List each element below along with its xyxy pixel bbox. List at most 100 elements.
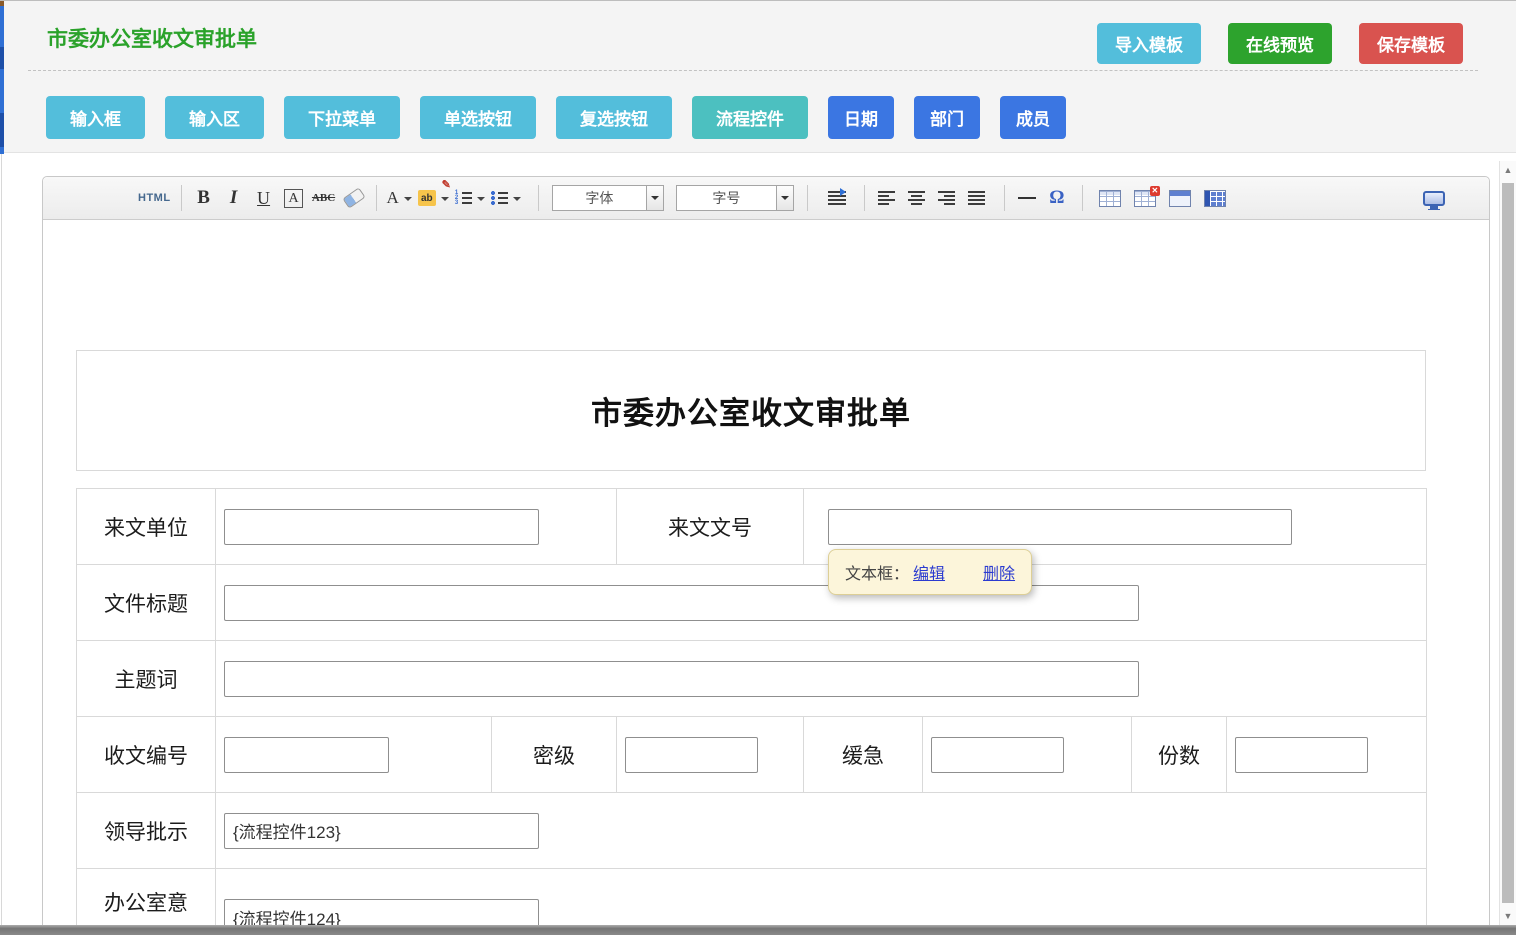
- row4-label-secrecy: 密级: [492, 717, 617, 793]
- widget-button-dropdown[interactable]: 下拉菜单: [284, 96, 400, 139]
- copies-input[interactable]: [1235, 737, 1368, 773]
- omega-icon: Ω: [1049, 187, 1064, 209]
- italic-button[interactable]: I: [222, 184, 246, 212]
- widget-button-date[interactable]: 日期: [828, 96, 894, 139]
- bold-button[interactable]: B: [192, 184, 216, 212]
- widget-button-department[interactable]: 部门: [914, 96, 980, 139]
- widget-button-flow-control[interactable]: 流程控件: [692, 96, 808, 139]
- row2-cell: [216, 565, 1427, 641]
- strikethrough-button[interactable]: ABC: [312, 184, 336, 212]
- doc-number-input[interactable]: [828, 509, 1292, 545]
- font-size-dropdown-button[interactable]: [776, 186, 793, 210]
- ordered-list-button[interactable]: [455, 184, 485, 212]
- align-left-icon: [878, 191, 895, 205]
- receipt-number-input[interactable]: [224, 737, 389, 773]
- scroll-down-arrow-icon[interactable]: ▼: [1500, 907, 1516, 925]
- chevron-down-icon: [651, 196, 659, 204]
- chevron-down-icon: [513, 197, 521, 205]
- fullscreen-button[interactable]: [1422, 184, 1446, 212]
- import-template-button[interactable]: 导入模板: [1097, 23, 1201, 64]
- ordered-list-icon: [455, 191, 472, 205]
- widget-button-input-box[interactable]: 输入框: [46, 96, 145, 139]
- scrollbar-thumb[interactable]: [1502, 183, 1514, 903]
- left-window-edge: [0, 1, 4, 154]
- chevron-down-icon: [441, 197, 449, 205]
- leader-comments-input[interactable]: [224, 813, 539, 849]
- font-family-dropdown-button[interactable]: [646, 186, 663, 210]
- bold-icon: B: [197, 187, 210, 209]
- header-actions: 导入模板 在线预览 保存模板: [1097, 23, 1463, 64]
- field-tooltip: 文本框：编辑 删除: [828, 549, 1032, 595]
- indent-button[interactable]: [825, 184, 849, 212]
- row4-label-copies: 份数: [1132, 717, 1227, 793]
- underline-button[interactable]: U: [252, 184, 276, 212]
- rich-text-editor: HTML B I U A ABC A: [42, 176, 1490, 935]
- toolbar-separator: [1082, 185, 1083, 211]
- row1-cell: [216, 489, 617, 565]
- row5-label-leader-comments: 领导批示: [77, 793, 216, 869]
- table-delete-icon: [1134, 190, 1156, 207]
- align-left-button[interactable]: [875, 184, 899, 212]
- table-row: 领导批示: [77, 793, 1427, 869]
- vertical-scrollbar[interactable]: ▲ ▼: [1499, 161, 1516, 925]
- left-window-border: [1, 154, 2, 925]
- align-center-icon: [908, 191, 925, 205]
- html-source-button[interactable]: HTML: [138, 184, 171, 212]
- widget-button-checkbox[interactable]: 复选按钮: [556, 96, 672, 139]
- unordered-list-button[interactable]: [491, 184, 521, 212]
- table-row: 收文编号 密级 缓急 份数: [77, 717, 1427, 793]
- table-cell-properties-icon: [1169, 190, 1191, 207]
- delete-table-button[interactable]: [1133, 184, 1157, 212]
- toolbar-separator: [538, 185, 539, 211]
- font-size-select[interactable]: 字号: [676, 185, 794, 211]
- widget-button-textarea[interactable]: 输入区: [165, 96, 264, 139]
- align-center-button[interactable]: [905, 184, 929, 212]
- form-title: 市委办公室收文审批单: [591, 388, 911, 433]
- row1-label-source-unit: 来文单位: [77, 489, 216, 565]
- remove-format-button[interactable]: [342, 184, 366, 212]
- urgency-input[interactable]: [931, 737, 1064, 773]
- widget-button-member[interactable]: 成员: [1000, 96, 1066, 139]
- special-char-button[interactable]: Ω: [1045, 184, 1069, 212]
- widget-button-radio[interactable]: 单选按钮: [420, 96, 536, 139]
- html-source-icon: HTML: [138, 192, 171, 204]
- font-color-button[interactable]: A: [387, 184, 412, 212]
- insert-table-button[interactable]: [1098, 184, 1122, 212]
- format-block-button[interactable]: A: [282, 184, 306, 212]
- table-row: 来文单位 来文文号: [77, 489, 1427, 565]
- scroll-up-arrow-icon[interactable]: ▲: [1500, 161, 1516, 179]
- cell-properties-button[interactable]: [1168, 184, 1192, 212]
- highlight-icon: ab: [418, 190, 436, 206]
- eraser-icon: [342, 187, 365, 208]
- keywords-input[interactable]: [224, 661, 1139, 697]
- unordered-list-icon: [491, 191, 508, 205]
- row4-cell: [1227, 717, 1427, 793]
- horizontal-rule-button[interactable]: [1015, 184, 1039, 212]
- tooltip-label: 文本框：: [845, 566, 909, 583]
- highlight-color-button[interactable]: ab: [418, 184, 449, 212]
- toolbar-separator: [376, 185, 377, 211]
- editor-toolbar: HTML B I U A ABC A: [43, 177, 1489, 220]
- justify-button[interactable]: [965, 184, 989, 212]
- form-table: 来文单位 来文文号 文件标题 主题词: [76, 488, 1427, 935]
- font-family-select[interactable]: 字体: [552, 185, 664, 211]
- row3-label-keywords: 主题词: [77, 641, 216, 717]
- underline-icon: U: [257, 188, 270, 209]
- bottom-window-bar: [0, 925, 1516, 935]
- secrecy-input[interactable]: [625, 737, 758, 773]
- row4-cell: [216, 717, 492, 793]
- online-preview-button[interactable]: 在线预览: [1228, 23, 1332, 64]
- row5-cell: [216, 793, 1427, 869]
- align-right-button[interactable]: [935, 184, 959, 212]
- editor-content[interactable]: 市委办公室收文审批单 来文单位 来文文号: [43, 220, 1489, 935]
- boxed-a-icon: A: [284, 189, 302, 208]
- toolbar-separator: [1004, 185, 1005, 211]
- indent-icon: [828, 191, 846, 205]
- table-properties-button[interactable]: [1203, 184, 1227, 212]
- edit-link[interactable]: 编辑: [913, 566, 945, 583]
- source-unit-input[interactable]: [224, 509, 539, 545]
- table-row: 文件标题: [77, 565, 1427, 641]
- strikethrough-icon: ABC: [312, 192, 335, 204]
- delete-link[interactable]: 删除: [983, 566, 1015, 583]
- save-template-button[interactable]: 保存模板: [1359, 23, 1463, 64]
